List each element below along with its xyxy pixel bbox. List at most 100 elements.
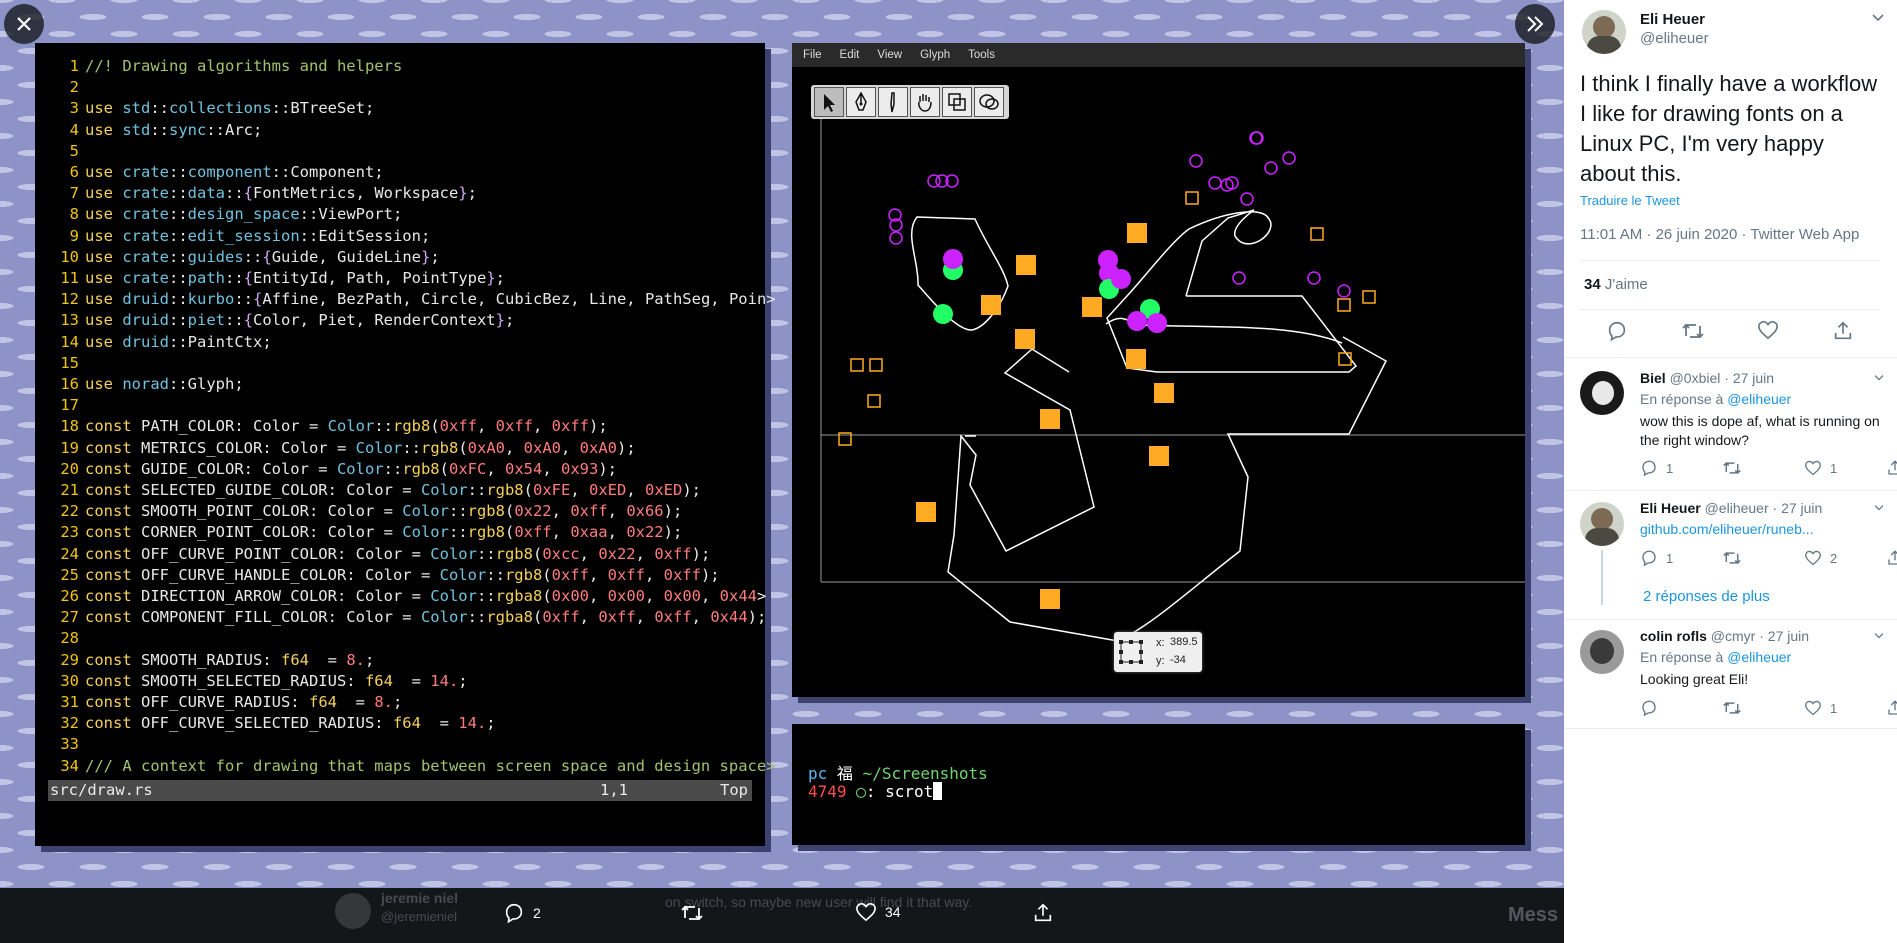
menu-view[interactable]: View: [866, 43, 909, 67]
reply-button[interactable]: [1640, 699, 1722, 717]
corner-point[interactable]: [1154, 383, 1174, 403]
author-handle[interactable]: @eliheuer: [1640, 30, 1709, 47]
more-replies-link[interactable]: 2 réponses de plus: [1643, 588, 1770, 605]
off-curve-point[interactable]: [1189, 154, 1203, 168]
avatar[interactable]: [1580, 630, 1624, 674]
corner-point[interactable]: [1338, 352, 1352, 366]
menu-edit[interactable]: Edit: [829, 43, 867, 67]
off-curve-point[interactable]: [1264, 161, 1278, 175]
smooth-point[interactable]: [933, 304, 953, 324]
corner-point[interactable]: [1362, 290, 1376, 304]
translate-link[interactable]: Traduire le Tweet: [1580, 193, 1680, 208]
off-curve-point[interactable]: [889, 231, 903, 245]
likes-summary[interactable]: 34 J'aime: [1584, 276, 1648, 293]
avatar[interactable]: [1580, 502, 1624, 546]
reply-author-name[interactable]: Eli Heuer: [1640, 500, 1701, 516]
smooth-point[interactable]: [1111, 269, 1131, 289]
reply-date[interactable]: · 27 juin: [1773, 500, 1823, 516]
chevron-down-icon[interactable]: [1873, 374, 1885, 382]
like-button[interactable]: 1: [1804, 699, 1886, 717]
reply-link[interactable]: github.com/eliheuer/runeb...: [1640, 521, 1814, 537]
menu-tools[interactable]: Tools: [957, 43, 1002, 67]
off-curve-point[interactable]: [1240, 192, 1254, 206]
share-button[interactable]: [1032, 902, 1054, 924]
corner-point[interactable]: [1337, 298, 1351, 312]
smooth-point[interactable]: [1127, 311, 1147, 331]
corner-point[interactable]: [1040, 409, 1060, 429]
code-token: crate: [122, 226, 169, 245]
like-button[interactable]: 34: [855, 902, 901, 922]
reply-to-mention[interactable]: @eliheuer: [1727, 391, 1791, 407]
smooth-point[interactable]: [943, 249, 963, 269]
off-curve-point[interactable]: [1232, 271, 1246, 285]
share-button[interactable]: [1886, 549, 1897, 567]
pointer-tool-button[interactable]: [814, 87, 844, 117]
corner-point[interactable]: [1126, 349, 1146, 369]
chevron-down-icon[interactable]: [1873, 504, 1885, 512]
share-button[interactable]: [1886, 699, 1897, 717]
reply-icon: [1642, 700, 1656, 717]
knife-tool-button[interactable]: [878, 87, 908, 117]
code-token: {: [243, 269, 254, 287]
avatar[interactable]: [1580, 371, 1624, 415]
expand-sidebar-button[interactable]: [1515, 4, 1555, 44]
pen-tool-button[interactable]: [846, 87, 876, 117]
off-curve-point[interactable]: [1337, 284, 1351, 298]
reply-to-mention[interactable]: @eliheuer: [1727, 649, 1791, 665]
reply-author-handle[interactable]: @eliheuer: [1705, 500, 1769, 516]
corner-point[interactable]: [850, 358, 864, 372]
reply-author-name[interactable]: colin rofls: [1640, 628, 1707, 644]
avatar[interactable]: [1582, 10, 1626, 54]
chevron-down-icon[interactable]: [1871, 13, 1885, 23]
retweet-button[interactable]: [1722, 549, 1804, 567]
retweet-button[interactable]: [1722, 699, 1804, 717]
corner-point[interactable]: [1082, 297, 1102, 317]
off-curve-point[interactable]: [1208, 176, 1222, 190]
like-button[interactable]: 1: [1804, 459, 1886, 477]
code-line: 6 use crate::component::Component;: [35, 162, 384, 183]
corner-point[interactable]: [916, 502, 936, 522]
close-viewer-button[interactable]: [4, 4, 44, 44]
reply-button[interactable]: 1: [1640, 549, 1722, 567]
corner-point[interactable]: [1149, 446, 1169, 466]
reply-author-handle[interactable]: @cmyr: [1711, 628, 1756, 644]
corner-point[interactable]: [981, 295, 1001, 315]
code-token: OFF_CURVE_POINT_COLOR: Color =: [141, 544, 431, 563]
retweet-button[interactable]: [1722, 459, 1804, 477]
share-icon[interactable]: [1832, 320, 1854, 342]
off-curve-point[interactable]: [1250, 131, 1264, 145]
reply-author-handle[interactable]: @0xbiel: [1670, 370, 1721, 386]
code-token: ::: [243, 247, 263, 266]
author-name[interactable]: Eli Heuer: [1640, 11, 1705, 28]
corner-point[interactable]: [867, 394, 881, 408]
off-curve-point[interactable]: [1307, 271, 1321, 285]
corner-point[interactable]: [1185, 191, 1199, 205]
retweet-button[interactable]: [680, 902, 704, 924]
reply-icon[interactable]: [1606, 320, 1628, 342]
reply-button[interactable]: 1: [1640, 459, 1722, 477]
reply-author-name[interactable]: Biel: [1640, 370, 1666, 386]
chevron-down-icon[interactable]: [1873, 632, 1885, 640]
rectangle-tool-button[interactable]: [942, 87, 972, 117]
menu-glyph[interactable]: Glyph: [909, 43, 957, 67]
corner-point[interactable]: [1127, 223, 1147, 243]
corner-point[interactable]: [1016, 255, 1036, 275]
ellipse-tool-button[interactable]: [974, 87, 1004, 117]
corner-point[interactable]: [1015, 329, 1035, 349]
off-curve-point[interactable]: [1282, 151, 1296, 165]
corner-point[interactable]: [1310, 227, 1324, 241]
reply-date[interactable]: · 27 juin: [1759, 628, 1809, 644]
heart-icon: [1805, 700, 1821, 716]
line-number: 22: [60, 502, 79, 521]
hand-tool-button[interactable]: [910, 87, 940, 117]
like-button[interactable]: 2: [1804, 549, 1886, 567]
reply-button[interactable]: 2: [503, 902, 541, 924]
share-button[interactable]: [1886, 459, 1897, 477]
menu-file[interactable]: File: [792, 43, 829, 67]
smooth-point[interactable]: [1147, 313, 1167, 333]
corner-point[interactable]: [869, 358, 883, 372]
heart-icon[interactable]: [1757, 320, 1779, 340]
corner-point[interactable]: [1040, 589, 1060, 609]
retweet-icon[interactable]: [1681, 320, 1705, 342]
reply-date[interactable]: · 27 juin: [1724, 370, 1774, 386]
